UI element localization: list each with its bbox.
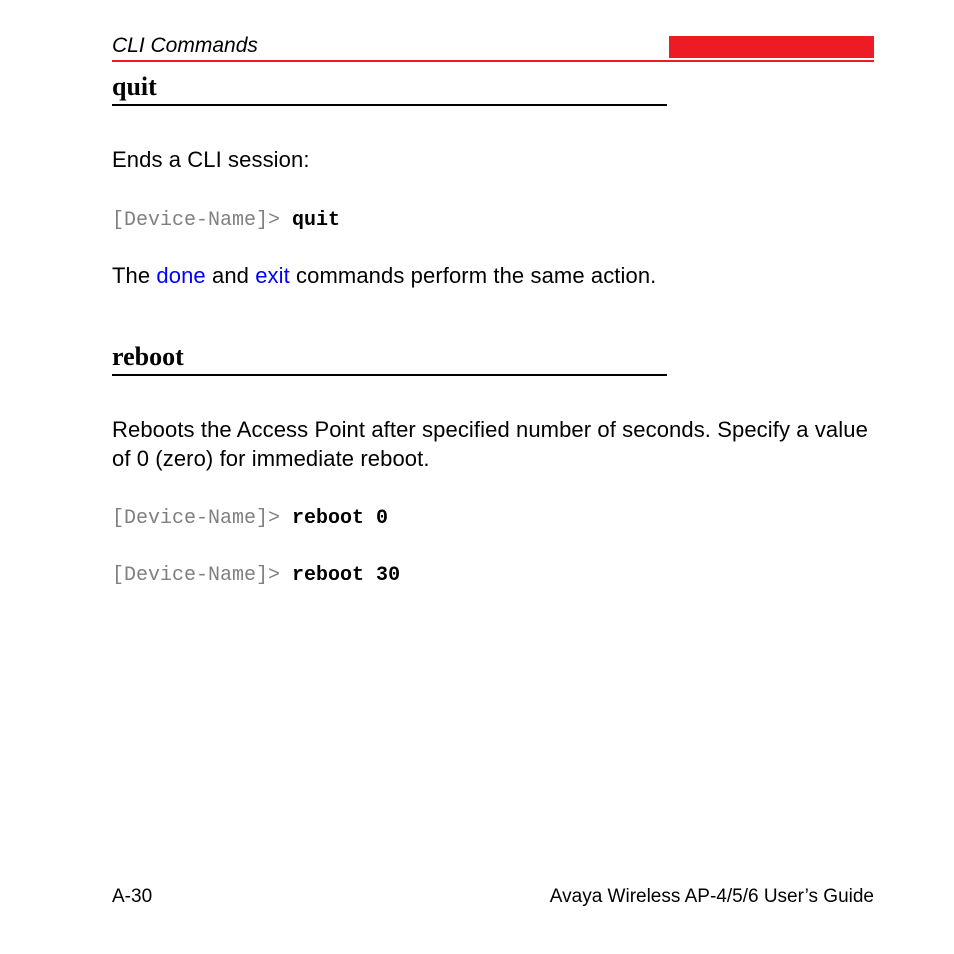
code-prompt: [Device-Name]>: [112, 507, 280, 530]
text-fragment: and: [206, 263, 255, 288]
page-footer: A-30 Avaya Wireless AP-4/5/6 User’s Guid…: [112, 886, 874, 908]
reboot-code-example-2: [Device-Name]> reboot 30: [112, 564, 874, 587]
footer-book-title: Avaya Wireless AP-4/5/6 User’s Guide: [550, 886, 874, 908]
section-heading-reboot: reboot: [112, 342, 667, 376]
text-fragment: commands perform the same action.: [290, 263, 657, 288]
section-heading-quit: quit: [112, 72, 667, 106]
code-command: reboot 0: [292, 507, 388, 530]
text-fragment: The: [112, 263, 156, 288]
code-command: reboot 30: [292, 564, 400, 587]
page: CLI Commands quit Ends a CLI session: [D…: [0, 0, 954, 954]
reboot-description: Reboots the Access Point after specified…: [112, 416, 874, 473]
quit-related-commands: The done and exit commands perform the s…: [112, 262, 874, 291]
link-done[interactable]: done: [156, 263, 205, 288]
code-prompt: [Device-Name]>: [112, 564, 280, 587]
footer-page-number: A-30: [112, 886, 152, 908]
header-section-title: CLI Commands: [112, 34, 258, 58]
quit-code-example: [Device-Name]> quit: [112, 209, 874, 232]
code-command: quit: [292, 209, 340, 232]
page-header: CLI Commands: [112, 34, 874, 62]
header-accent-bar: [669, 36, 874, 58]
reboot-code-example-1: [Device-Name]> reboot 0: [112, 507, 874, 530]
quit-description: Ends a CLI session:: [112, 146, 874, 175]
link-exit[interactable]: exit: [255, 263, 290, 288]
code-prompt: [Device-Name]>: [112, 209, 280, 232]
